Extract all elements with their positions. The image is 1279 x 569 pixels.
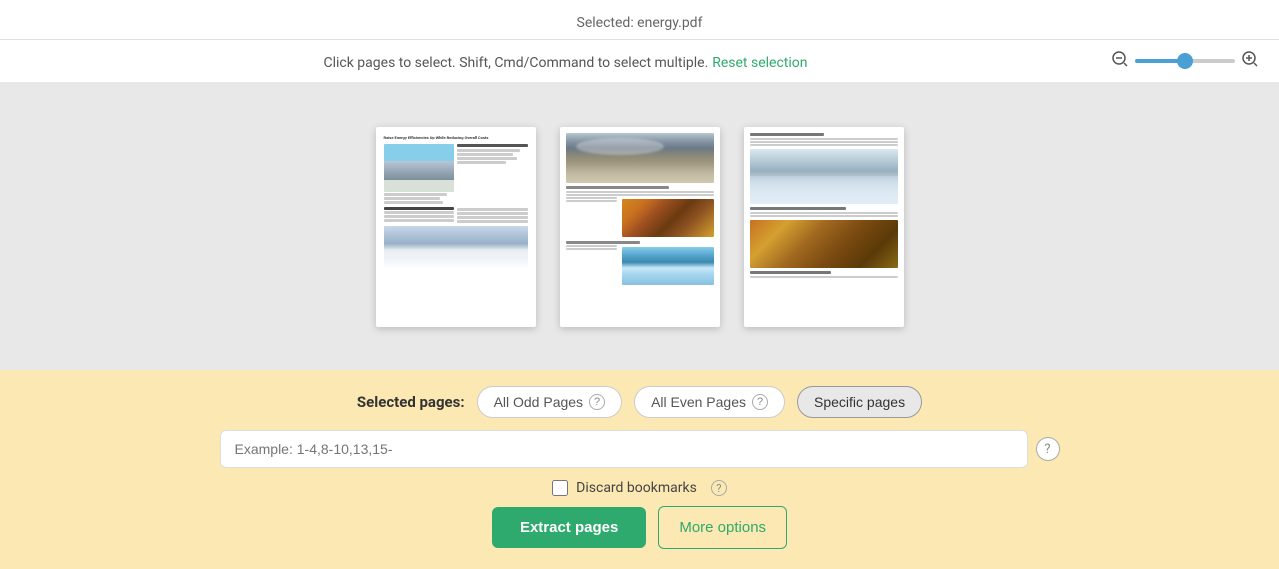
input-help-icon[interactable]: ? (1036, 437, 1060, 461)
zoom-out-icon[interactable] (1111, 50, 1129, 72)
even-pages-help-icon[interactable]: ? (752, 394, 768, 410)
pages-input-row: ? (220, 430, 1060, 468)
bottom-panel: Selected pages: All Odd Pages ? All Even… (0, 370, 1279, 569)
zoom-slider[interactable] (1135, 59, 1235, 63)
specific-pages-button[interactable]: Specific pages (797, 386, 922, 418)
actions-row: Extract pages More options (492, 506, 787, 549)
odd-pages-help-icon[interactable]: ? (589, 394, 605, 410)
discard-bookmarks-help-icon[interactable]: ? (711, 480, 727, 496)
selected-pages-row: Selected pages: All Odd Pages ? All Even… (357, 386, 922, 418)
page-thumb-1[interactable]: Raise Energy Efficiencies Up While Reduc… (376, 127, 536, 327)
discard-bookmarks-checkbox[interactable] (552, 480, 568, 496)
all-odd-pages-button[interactable]: All Odd Pages ? (477, 386, 623, 418)
page-thumb-3[interactable] (744, 127, 904, 327)
all-even-pages-button[interactable]: All Even Pages ? (634, 386, 785, 418)
specific-pages-label: Specific pages (814, 394, 905, 410)
more-options-button[interactable]: More options (658, 506, 787, 549)
discard-bookmarks-row: Discard bookmarks ? (552, 480, 727, 496)
page-thumb-2[interactable] (560, 127, 720, 327)
discard-bookmarks-label: Discard bookmarks (576, 480, 697, 496)
instruction-bar: Click pages to select. Shift, Cmd/Comman… (0, 40, 1279, 83)
reset-selection-link[interactable]: Reset selection (712, 55, 807, 71)
top-bar: Selected: energy.pdf (0, 0, 1279, 40)
zoom-in-icon[interactable] (1241, 50, 1259, 72)
all-even-pages-label: All Even Pages (651, 394, 746, 410)
instruction-text: Click pages to select. Shift, Cmd/Comman… (323, 55, 708, 71)
extract-pages-button[interactable]: Extract pages (492, 507, 646, 548)
pages-input[interactable] (220, 430, 1028, 468)
zoom-controls (1111, 50, 1259, 72)
selected-pages-label: Selected pages: (357, 393, 465, 411)
all-odd-pages-label: All Odd Pages (494, 394, 584, 410)
pages-area: Raise Energy Efficiencies Up While Reduc… (0, 83, 1279, 370)
selected-file-label: Selected: energy.pdf (577, 15, 703, 31)
